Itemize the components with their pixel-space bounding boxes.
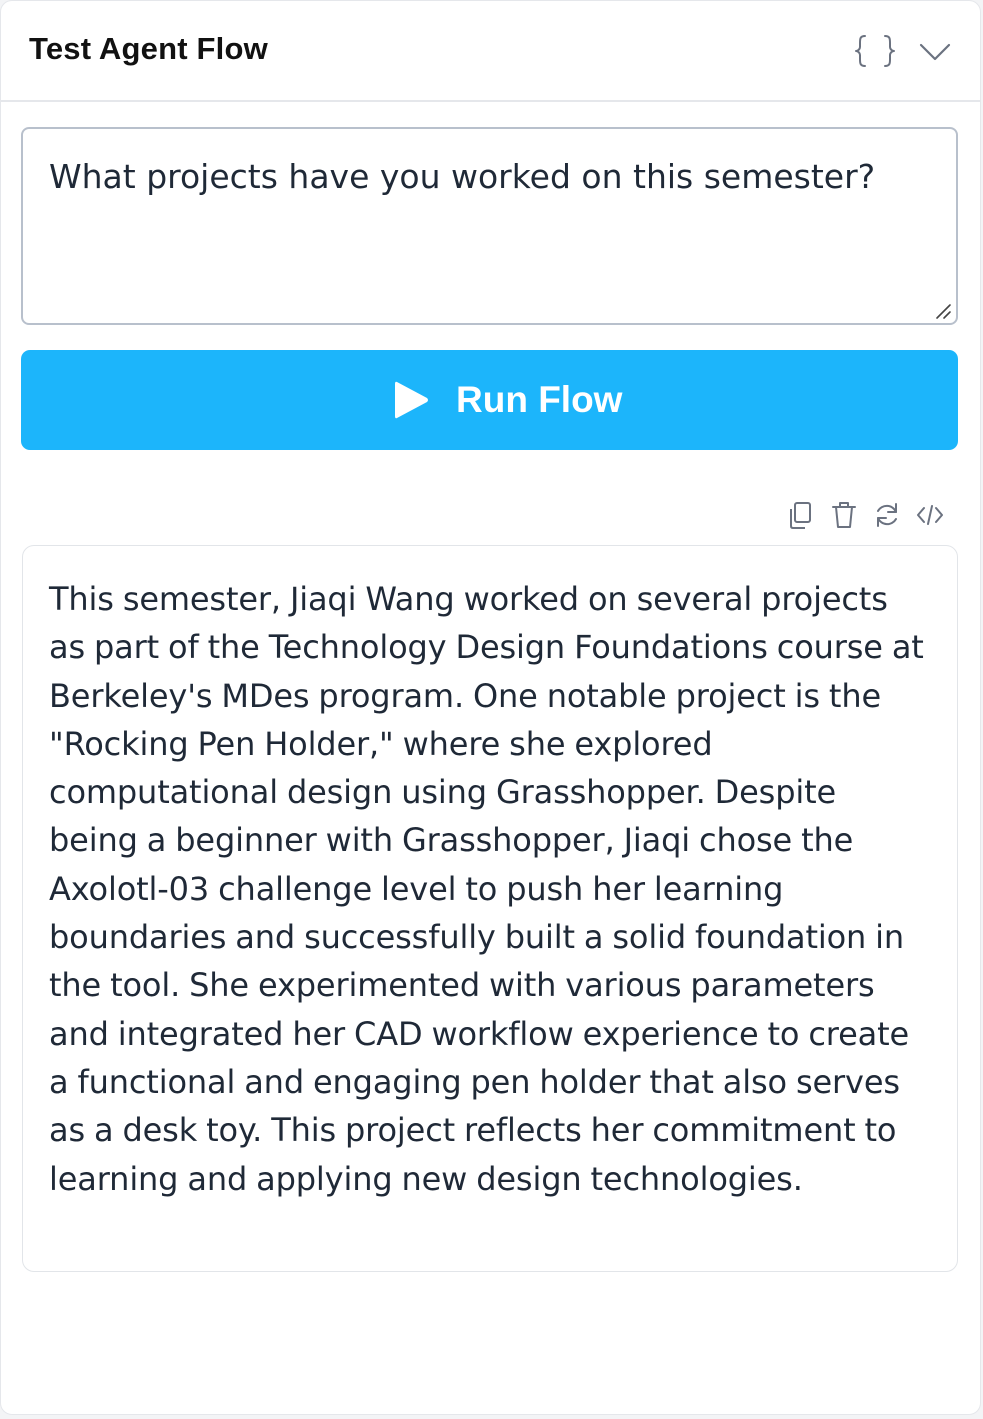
chevron-down-icon[interactable] [917,37,953,65]
panel-title: Test Agent Flow [29,31,268,66]
run-flow-button[interactable]: Run Flow [21,350,958,450]
resize-handle-icon[interactable] [934,302,952,320]
trash-icon[interactable] [829,499,859,531]
play-icon [393,380,430,420]
braces-icon[interactable] [853,34,897,68]
agent-flow-panel: Test Agent Flow What projects have you w… [0,0,981,1415]
run-flow-content: Run Flow [393,376,622,424]
copy-icon[interactable] [786,499,816,531]
run-flow-label: Run Flow [456,379,623,420]
panel-header: Test Agent Flow [1,1,980,102]
prompt-input[interactable]: What projects have you worked on this se… [21,127,958,325]
output-panel: This semester, Jiaqi Wang worked on seve… [22,545,958,1272]
output-text: This semester, Jiaqi Wang worked on seve… [49,580,924,1198]
code-icon[interactable] [915,499,945,531]
refresh-icon[interactable] [872,499,902,531]
